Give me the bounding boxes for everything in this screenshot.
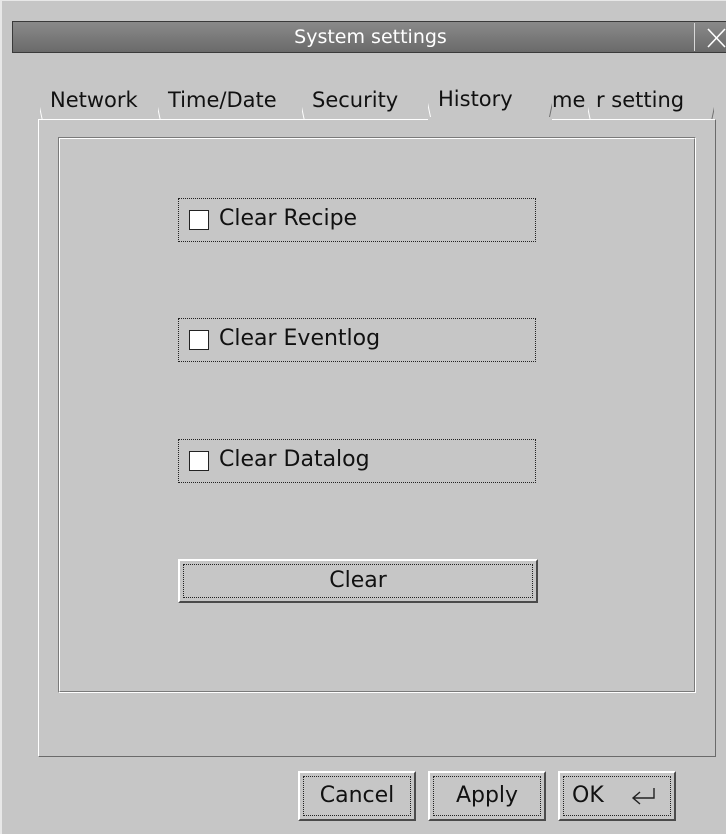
clear-datalog-label: Clear Datalog (219, 447, 370, 472)
clear-eventlog-checkbox[interactable]: Clear Eventlog (178, 318, 536, 362)
apply-button-label: Apply (455, 783, 519, 808)
window-title: System settings (294, 26, 447, 48)
clear-recipe-checkbox[interactable]: Clear Recipe (178, 198, 536, 242)
tab-security[interactable]: Security (302, 83, 432, 119)
clear-datalog-checkbox[interactable]: Clear Datalog (178, 439, 536, 483)
tab-user-setting-label: r setting (596, 88, 685, 112)
close-button[interactable] (694, 23, 726, 51)
tab-partial-me[interactable]: me (548, 83, 592, 119)
tab-time-date[interactable]: Time/Date (158, 83, 308, 119)
close-icon (707, 28, 726, 48)
ok-button-label: OK (572, 783, 604, 808)
tab-security-label: Security (312, 88, 399, 112)
ok-button[interactable]: OK (558, 771, 676, 821)
checkbox-square[interactable] (189, 330, 209, 350)
title-bar[interactable]: System settings (12, 21, 726, 53)
clear-button-label: Clear (329, 568, 387, 593)
cancel-button[interactable]: Cancel (298, 771, 416, 821)
tab-partial-me-label: me (552, 88, 586, 112)
checkbox-square[interactable] (189, 451, 209, 471)
tab-network-label: Network (50, 88, 138, 112)
clear-button[interactable]: Clear (178, 559, 538, 603)
cancel-button-label: Cancel (319, 783, 395, 808)
tab-network[interactable]: Network (40, 83, 164, 119)
clear-eventlog-label: Clear Eventlog (219, 326, 381, 351)
tab-history-label: History (438, 87, 513, 111)
tab-history[interactable]: History (428, 79, 552, 121)
tab-user-setting[interactable]: r setting (588, 83, 714, 119)
checkbox-square[interactable] (189, 210, 209, 230)
clear-recipe-label: Clear Recipe (219, 206, 358, 231)
apply-button[interactable]: Apply (428, 771, 546, 821)
tab-time-date-label: Time/Date (168, 88, 277, 112)
enter-icon (631, 788, 655, 805)
system-settings-window: System settings Network Time/Date Securi… (0, 0, 726, 834)
tab-bar: Network Time/Date Security History me r … (38, 79, 726, 121)
